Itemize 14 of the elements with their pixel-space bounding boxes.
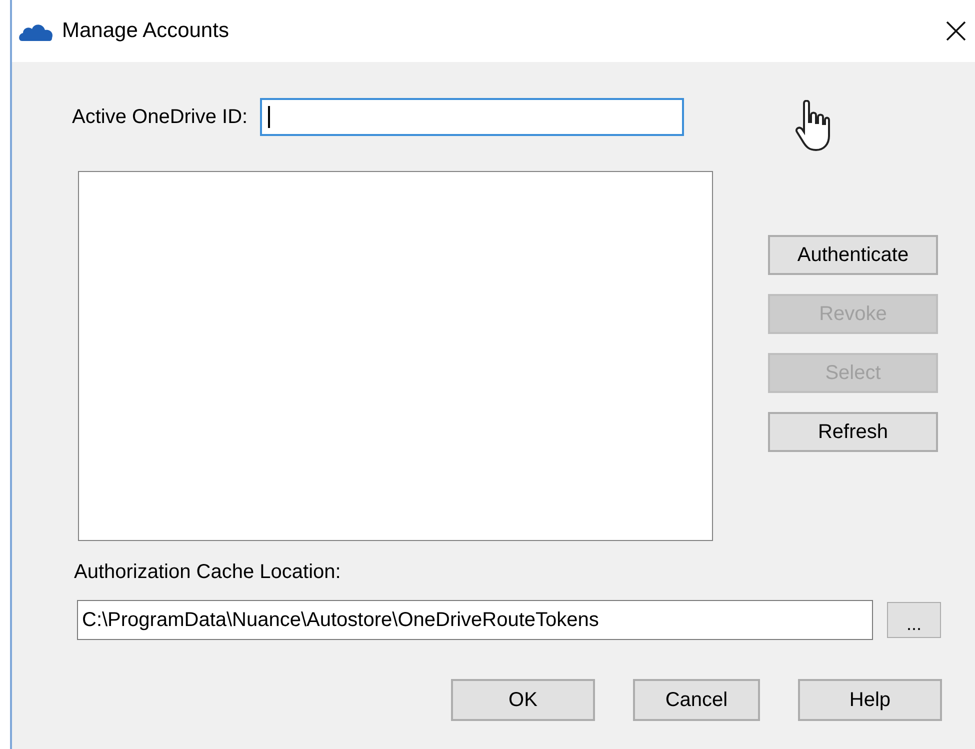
button[interactable]: Refresh	[768, 412, 938, 452]
button[interactable]: OK	[451, 679, 595, 721]
window-title: Manage Accounts	[62, 19, 229, 43]
input-field[interactable]	[260, 98, 684, 136]
button[interactable]: Help	[798, 679, 942, 721]
close-icon[interactable]	[945, 20, 967, 42]
field-label: Authorization Cache Location:	[74, 561, 341, 584]
browse-button[interactable]: ...	[887, 602, 941, 638]
button[interactable]: Authenticate	[768, 235, 938, 275]
hand-cursor-icon	[795, 100, 831, 152]
path-field[interactable]: C:\ProgramData\Nuance\Autostore\OneDriveRouteTokens	[77, 600, 873, 640]
field-label: Active OneDrive ID:	[72, 106, 248, 128]
button[interactable]: Cancel	[633, 679, 760, 721]
text-cursor	[268, 106, 270, 128]
